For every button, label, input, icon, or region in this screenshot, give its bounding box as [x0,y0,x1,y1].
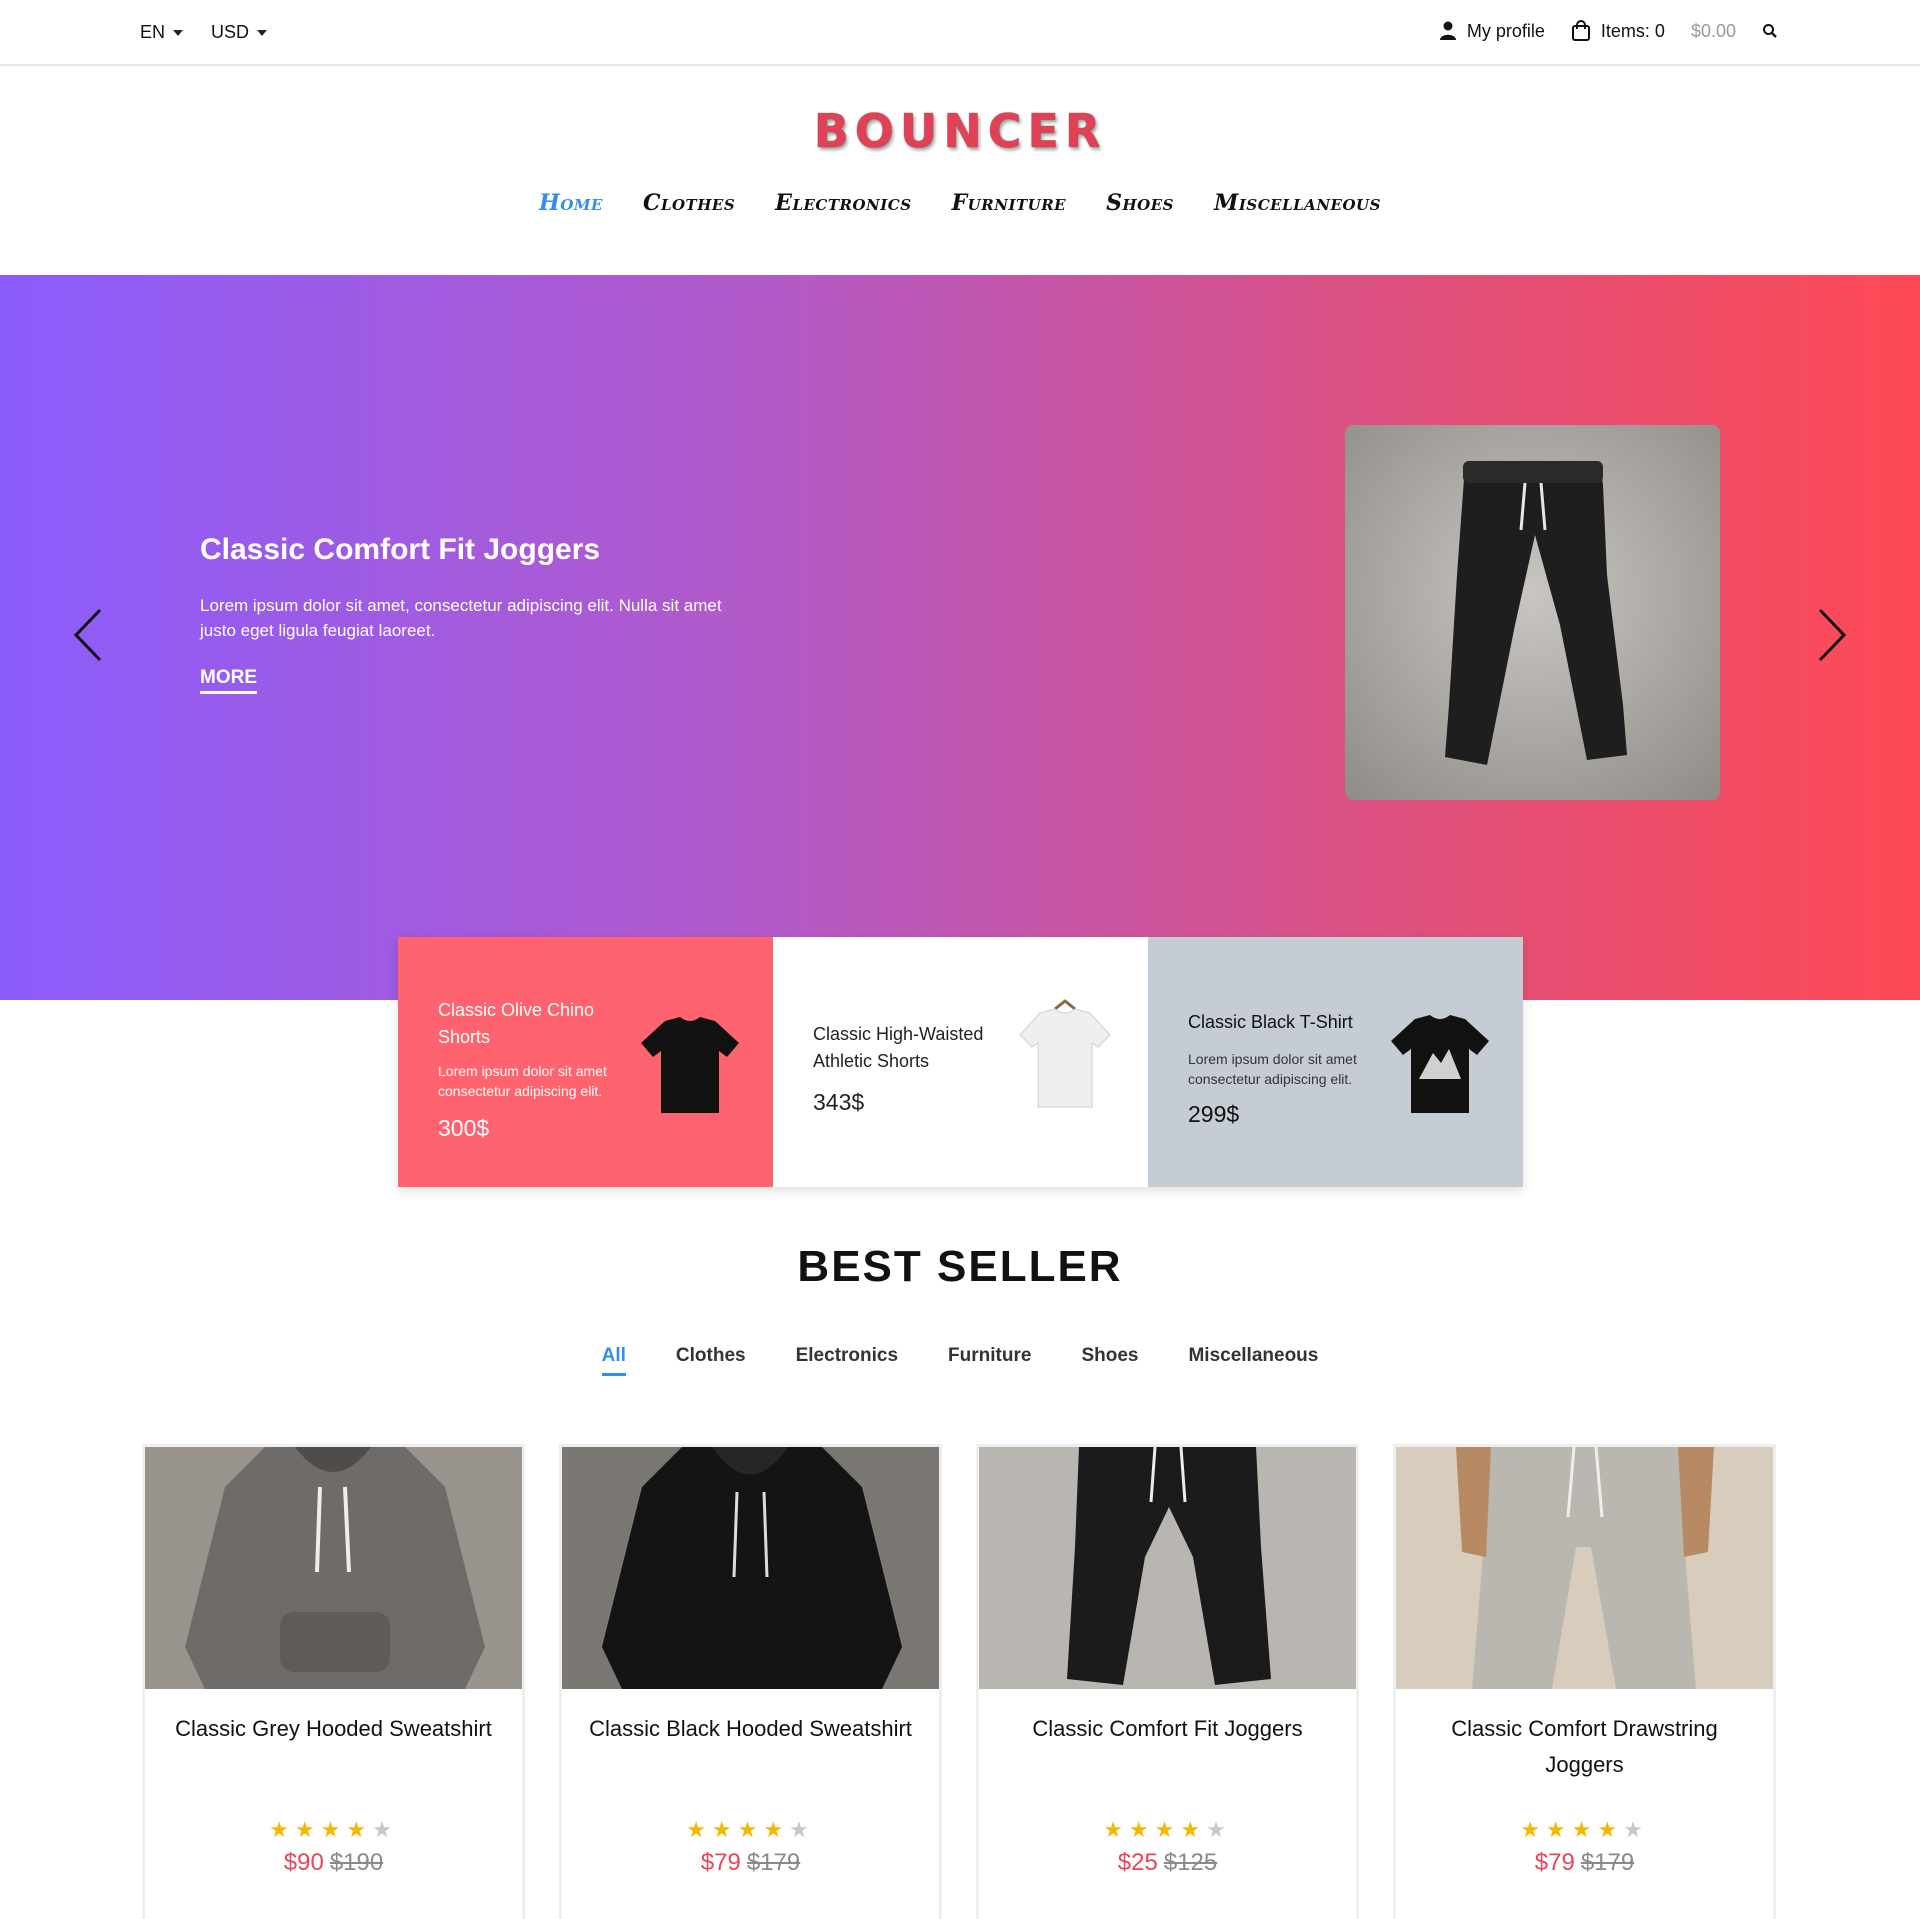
language-label: EN [140,22,166,42]
star-rating: ★★★★★ [1103,1817,1232,1842]
white-tshirt-image [1019,999,1111,1108]
nav-miscellaneous[interactable]: Miscellaneous [1214,190,1381,216]
current-price: $25 [1117,1849,1158,1876]
promo-price: 299$ [1188,1101,1240,1127]
promo-description: Lorem ipsum dolor sit amet consectetur a… [438,1063,607,1099]
promo-price: 300$ [438,1115,490,1141]
current-price: $90 [283,1849,324,1876]
category-tabs: All Clothes Electronics Furniture Shoes … [0,1345,1920,1376]
product-price: $79 $179 [562,1849,939,1877]
star-rating: ★★★★★ [1520,1817,1649,1842]
hero-more-link[interactable]: MORE [200,667,257,694]
product-name[interactable]: Classic Comfort Drawstring Joggers [1396,1711,1773,1783]
locale-controls: EN USD [140,22,268,43]
main-nav: Home Clothes Electronics Furniture Shoes… [0,190,1920,216]
nav-electronics[interactable]: Electronics [775,190,911,216]
product-card[interactable]: Classic Comfort Fit Joggers ★★★★★ $25 $12… [976,1444,1359,1919]
product-card[interactable]: Classic Comfort Drawstring Joggers ★★★★★… [1393,1444,1776,1919]
shopping-bag-icon [1571,20,1590,41]
search-icon[interactable] [1762,23,1778,39]
product-image[interactable] [1396,1447,1773,1689]
tab-furniture[interactable]: Furniture [948,1345,1031,1376]
hero-title: Classic Comfort Fit Joggers [200,533,601,566]
graphic-tshirt-image [1391,1015,1489,1113]
product-image[interactable] [979,1447,1356,1689]
star-rating: ★★★★★ [269,1817,398,1842]
hero-slider: Classic Comfort Fit Joggers Lorem ipsum … [0,275,1920,1000]
caret-down-icon [257,29,268,36]
promo-card[interactable]: Classic High-Waisted Athletic Shorts 343… [773,937,1148,1187]
current-price: $79 [700,1849,741,1876]
old-price: $179 [1580,1849,1635,1876]
brand-logo[interactable]: BOUNCER [0,104,1920,158]
nav-clothes[interactable]: Clothes [643,190,735,216]
tab-shoes[interactable]: Shoes [1081,1345,1138,1376]
user-icon [1439,21,1456,40]
hero-text: Lorem ipsum dolor sit amet, consectetur … [200,596,722,640]
drawstring-joggers-image [1396,1447,1773,1689]
cart-total: $0.00 [1690,20,1736,41]
tab-electronics[interactable]: Electronics [796,1345,898,1376]
nav-home[interactable]: Home [539,190,603,216]
nav-furniture[interactable]: Furniture [952,190,1067,216]
cart-link[interactable]: Items: 0 [1571,20,1665,42]
product-card[interactable]: Classic Grey Hooded Sweatshirt ★★★★★ $90… [142,1444,525,1919]
currency-dropdown[interactable]: USD [211,22,268,43]
promo-description: Lorem ipsum dolor sit amet consectetur a… [1188,1051,1357,1087]
product-price: $90 $190 [145,1849,522,1877]
joggers-image [1445,461,1627,765]
old-price: $179 [746,1849,801,1876]
promo-title: Classic High-Waisted Athletic Shorts [813,1024,984,1071]
tab-clothes[interactable]: Clothes [676,1345,746,1376]
joggers-image [979,1447,1356,1689]
account-controls: My profile Items: 0 $0.00 [1439,20,1778,42]
promo-card[interactable]: Classic Olive Chino Shorts Lorem ipsum d… [398,937,773,1187]
promo-title: Classic Olive Chino Shorts [438,1000,595,1047]
promo-title: Classic Black T-Shirt [1188,1012,1353,1032]
language-dropdown[interactable]: EN [140,22,184,43]
promo-price: 343$ [813,1089,865,1115]
product-image[interactable] [145,1447,522,1689]
old-price: $125 [1163,1849,1218,1876]
promo-card[interactable]: Classic Black T-Shirt Lorem ipsum dolor … [1148,937,1523,1187]
product-name[interactable]: Classic Comfort Fit Joggers [979,1711,1356,1783]
tshirt-image [641,1017,739,1113]
current-price: $79 [1534,1849,1575,1876]
promo-cards: Classic Olive Chino Shorts Lorem ipsum d… [398,937,1523,1187]
old-price: $190 [329,1849,384,1876]
product-image[interactable] [562,1447,939,1689]
profile-label: My profile [1466,20,1545,41]
product-card[interactable]: Classic Black Hooded Sweatshirt ★★★★★ $7… [559,1444,942,1919]
currency-label: USD [211,22,250,42]
hero-product-image[interactable] [1345,425,1720,800]
black-hoodie-image [562,1447,939,1689]
product-price: $79 $179 [1396,1849,1773,1877]
star-rating: ★★★★★ [686,1817,815,1842]
chevron-left-icon[interactable] [70,605,110,665]
product-grid: Classic Grey Hooded Sweatshirt ★★★★★ $90… [142,1444,1778,1919]
profile-link[interactable]: My profile [1439,21,1545,42]
product-name[interactable]: Classic Grey Hooded Sweatshirt [145,1711,522,1783]
tab-all[interactable]: All [601,1345,626,1376]
chevron-right-icon[interactable] [1810,605,1850,665]
best-seller-title: BEST SELLER [797,1242,1123,1291]
caret-down-icon [173,29,184,36]
product-price: $25 $125 [979,1849,1356,1877]
nav-shoes[interactable]: Shoes [1106,190,1174,216]
tab-miscellaneous[interactable]: Miscellaneous [1188,1345,1318,1376]
top-bar: EN USD My profile Items: 0 $0.00 [0,0,1920,66]
product-name[interactable]: Classic Black Hooded Sweatshirt [562,1711,939,1783]
grey-hoodie-image [145,1447,522,1689]
cart-items-count: Items: 0 [1600,20,1665,41]
